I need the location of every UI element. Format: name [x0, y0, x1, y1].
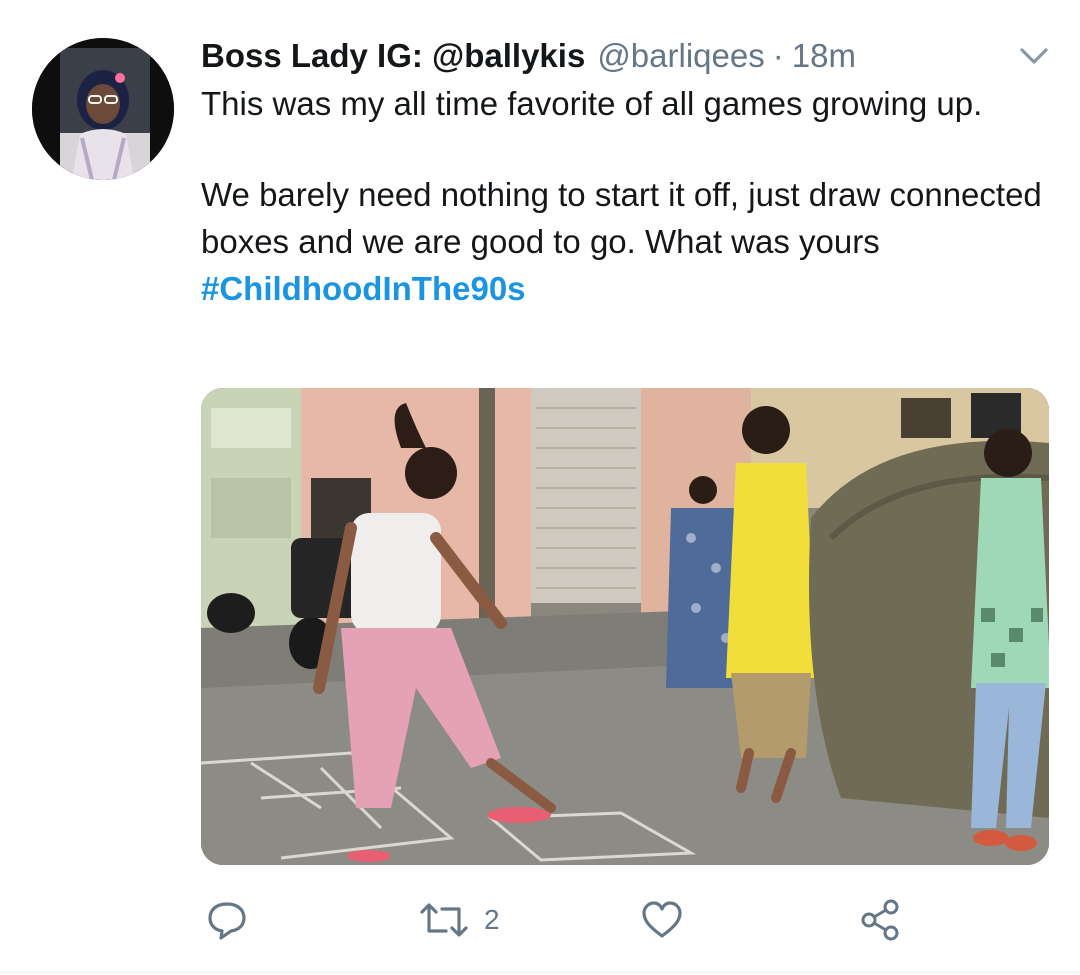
tweet-text-line: This was my all time favorite of all gam…: [201, 85, 983, 122]
hopscotch-photo: [201, 388, 1049, 865]
avatar[interactable]: [32, 38, 174, 180]
reply-icon: [208, 902, 246, 940]
retweet-button[interactable]: 2: [418, 890, 500, 950]
tweet-actions: 2: [0, 890, 1080, 950]
share-icon: [861, 899, 899, 941]
retweet-icon: [420, 903, 468, 937]
tweet-photo[interactable]: [201, 388, 1049, 865]
heart-icon: [642, 901, 682, 938]
reply-button[interactable]: [205, 890, 249, 950]
separator-dot: ·: [772, 37, 784, 74]
divider: [0, 972, 1080, 973]
timestamp[interactable]: 18m: [792, 34, 856, 78]
retweet-count: 2: [484, 904, 500, 935]
chevron-down-icon[interactable]: [1014, 42, 1054, 72]
share-button[interactable]: [858, 890, 902, 950]
tweet-text-paragraph: We barely need nothing to start it off, …: [201, 176, 1042, 260]
like-button[interactable]: [640, 890, 684, 950]
hashtag-link[interactable]: #ChildhoodInThe90s: [201, 265, 1061, 312]
tweet-text: This was my all time favorite of all gam…: [201, 80, 1061, 312]
tweet-header: Boss Lady IG: @ballykis @barliqees · 18m: [201, 34, 856, 78]
tweet-card[interactable]: Boss Lady IG: @ballykis @barliqees · 18m…: [0, 0, 1080, 975]
display-name[interactable]: Boss Lady IG: @ballykis: [201, 34, 585, 78]
avatar-image: [32, 38, 174, 180]
user-handle[interactable]: @barliqees: [597, 34, 764, 78]
